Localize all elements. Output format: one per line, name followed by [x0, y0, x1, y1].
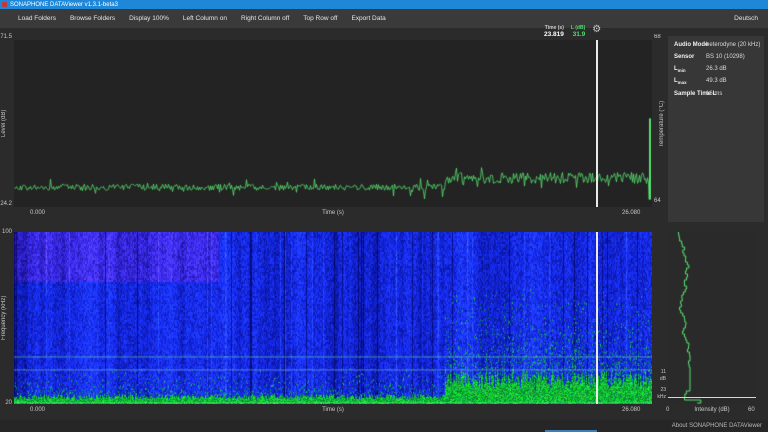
intensity-plot-canvas[interactable]	[668, 232, 756, 404]
info-label: Sample Time L	[674, 91, 706, 99]
cursor-time-readout: Time (s) 23.819	[544, 25, 564, 39]
cursor-level-value: 31.9	[571, 31, 585, 39]
intensity-frequency-cursor[interactable]	[668, 397, 756, 398]
menu-item-export-data[interactable]: Export Data	[351, 15, 385, 22]
spectrogram-time-cursor[interactable]	[596, 232, 598, 404]
cursor-frequency-value: 23	[652, 388, 666, 393]
info-value: BS 10 (10298)	[706, 54, 745, 62]
spectrogram-plot[interactable]	[14, 232, 652, 404]
info-value: 49.3 dB	[706, 78, 727, 86]
info-label: Sensor	[674, 54, 706, 62]
intensity-xaxis-label: Intensity (dB)	[668, 407, 756, 413]
spectro-xaxis-label: Time (s)	[14, 407, 652, 413]
intensity-panel[interactable]	[668, 232, 756, 404]
level-plot[interactable]	[14, 40, 652, 207]
app-icon	[2, 2, 7, 7]
menu-item-browse-folders[interactable]: Browse Folders	[70, 15, 115, 22]
cursor-frequency-unit: kHz	[652, 395, 666, 400]
menubar: Load Folders Browse Folders Display 100%…	[0, 9, 768, 28]
level-xaxis-label: Time (s)	[14, 210, 652, 216]
level-yaxis-label: Level (dB)	[1, 40, 7, 207]
info-label: Lmax	[674, 78, 706, 86]
temperature-yaxis-label: Temperature (°C)	[659, 40, 665, 207]
info-label: Audio Mode	[674, 42, 706, 50]
cursor-readout: Time (s) 23.819 L (dB) 31.9 ⚙	[544, 25, 601, 39]
info-label: Lmin	[674, 66, 706, 74]
cursor-level-readout: L (dB) 31.9	[571, 25, 585, 39]
info-row-audio-mode: Audio Mode heterodyne (20 kHz)	[674, 42, 760, 50]
app-window: SONAPHONE DATAViewer v1.3.1-beta3 Load F…	[0, 0, 768, 432]
menu-item-right-column[interactable]: Right Column off	[241, 15, 289, 22]
level-xmax-tick: 26.080	[622, 210, 640, 216]
window-title: SONAPHONE DATAViewer v1.3.1-beta3	[10, 2, 118, 8]
info-row-lmin: Lmin 26.3 dB	[674, 66, 760, 74]
language-toggle[interactable]: Deutsch	[734, 15, 758, 22]
info-value: 16 ms	[706, 91, 722, 99]
statusbar: About SONAPHONE DATAViewer	[0, 420, 768, 432]
level-time-cursor[interactable]	[596, 40, 598, 207]
settings-gear-icon[interactable]: ⚙	[592, 25, 601, 35]
spectro-xmax-tick: 26.080	[622, 407, 640, 413]
info-value: 26.3 dB	[706, 66, 727, 74]
cursor-intensity-value: 11	[652, 370, 666, 375]
cursor-time-value: 23.819	[544, 31, 564, 39]
menu-item-top-row[interactable]: Top Row off	[303, 15, 337, 22]
spectrogram-canvas[interactable]	[14, 232, 652, 404]
intensity-xmax-tick: 60	[748, 407, 755, 413]
info-panel: Audio Mode heterodyne (20 kHz) Sensor BS…	[668, 36, 764, 222]
info-value: heterodyne (20 kHz)	[706, 42, 760, 50]
titlebar: SONAPHONE DATAViewer v1.3.1-beta3	[0, 0, 768, 9]
info-row-sample-time: Sample Time L 16 ms	[674, 91, 760, 99]
menu-item-display-zoom[interactable]: Display 100%	[129, 15, 169, 22]
menu-item-load-folders[interactable]: Load Folders	[18, 15, 56, 22]
info-row-sensor: Sensor BS 10 (10298)	[674, 54, 760, 62]
level-plot-canvas[interactable]	[14, 40, 652, 207]
menu-item-left-column[interactable]: Left Column on	[183, 15, 227, 22]
spectro-yaxis-label: Frequency (kHz)	[1, 232, 7, 404]
info-row-lmax: Lmax 49.3 dB	[674, 78, 760, 86]
about-link[interactable]: About SONAPHONE DATAViewer	[672, 423, 762, 429]
cursor-intensity-unit: dB	[652, 377, 666, 382]
